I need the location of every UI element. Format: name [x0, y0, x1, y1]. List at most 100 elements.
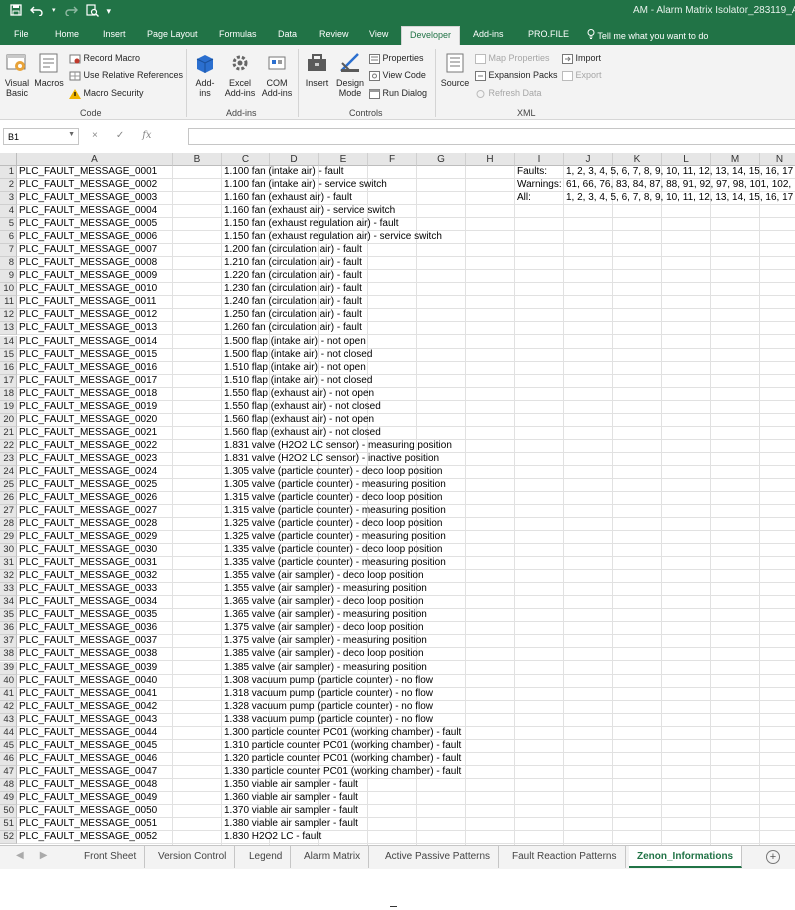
import-button[interactable]: Import	[562, 53, 601, 64]
name-box[interactable]: B1 ▼	[3, 128, 79, 145]
cell-a[interactable]: PLC_FAULT_MESSAGE_0001	[17, 166, 157, 179]
cell-a[interactable]: PLC_FAULT_MESSAGE_0012	[17, 309, 157, 322]
cell-a[interactable]: PLC_FAULT_MESSAGE_0044	[17, 727, 157, 740]
cell-c[interactable]: 1.160 fan (exhaust air) - fault	[222, 192, 352, 205]
cell-c[interactable]: 1.831 valve (H2O2 LC sensor) - inactive …	[222, 453, 439, 466]
row-header[interactable]: 14	[0, 335, 17, 349]
insert-control-button[interactable]: Insert	[302, 51, 332, 88]
row-header[interactable]: 26	[0, 492, 17, 505]
cell-a[interactable]: PLC_FAULT_MESSAGE_0034	[17, 596, 157, 609]
cell-a[interactable]: PLC_FAULT_MESSAGE_0029	[17, 531, 157, 544]
info-value[interactable]: 1, 2, 3, 4, 5, 6, 7, 8, 9, 10, 11, 12, 1…	[564, 166, 795, 179]
row-header[interactable]: 38	[0, 648, 17, 662]
row-header[interactable]: 47	[0, 765, 17, 779]
tell-me-box[interactable]: Tell me what you want to do	[587, 29, 708, 41]
row-header[interactable]: 1	[0, 166, 17, 179]
cell-a[interactable]: PLC_FAULT_MESSAGE_0027	[17, 505, 157, 518]
cell-c[interactable]: 1.380 viable air sampler - fault	[222, 818, 358, 831]
xml-source-button[interactable]: Source	[440, 51, 470, 88]
cell-a[interactable]: PLC_FAULT_MESSAGE_0040	[17, 675, 157, 688]
customize-qat-icon[interactable]: ▾	[107, 4, 112, 20]
print-preview-icon[interactable]	[85, 4, 99, 20]
cell-c[interactable]: 1.500 flap (intake air) - not closed	[222, 349, 372, 362]
column-header-e[interactable]: E	[319, 153, 368, 166]
tab-review[interactable]: Review	[319, 29, 349, 39]
row-header[interactable]: 36	[0, 622, 17, 636]
row-header[interactable]: 43	[0, 713, 17, 727]
cell-c[interactable]: 1.315 valve (particle counter) - measuri…	[222, 505, 446, 518]
tab-home[interactable]: Home	[55, 29, 79, 39]
row-header[interactable]: 37	[0, 635, 17, 649]
visual-basic-button[interactable]: Visual Basic	[4, 51, 30, 98]
row-header[interactable]: 19	[0, 400, 17, 414]
tab-developer[interactable]: Developer	[401, 26, 461, 45]
row-header[interactable]: 33	[0, 583, 17, 597]
cell-c[interactable]: 1.510 flap (intake air) - not open	[222, 362, 366, 375]
row-header[interactable]: 3	[0, 192, 17, 206]
row-header[interactable]: 46	[0, 752, 17, 766]
com-add-ins-button[interactable]: COM Add-ins	[259, 51, 295, 98]
row-header[interactable]: 32	[0, 570, 17, 584]
view-code-button[interactable]: View Code	[369, 70, 426, 81]
row-header[interactable]: 31	[0, 557, 17, 571]
cell-c[interactable]: 1.375 valve (air sampler) - deco loop po…	[222, 622, 424, 635]
column-header-g[interactable]: G	[417, 153, 466, 166]
cell-c[interactable]: 1.100 fan (intake air) - fault	[222, 166, 344, 179]
worksheet-grid[interactable]: A B C D E F G H I J K L M N 1 PLC_FAULT_MESSAGE_0001 1.1…	[0, 153, 795, 845]
cell-a[interactable]: PLC_FAULT_MESSAGE_0011	[17, 296, 156, 309]
undo-dropdown-icon[interactable]: ▾	[52, 4, 56, 20]
info-label[interactable]: Faults:	[515, 166, 547, 179]
row-header[interactable]: 40	[0, 674, 17, 688]
cell-c[interactable]: 1.550 flap (exhaust air) - not open	[222, 388, 374, 401]
sheet-tab-zenon-informations[interactable]: Zenon_Informations	[629, 846, 743, 868]
cell-a[interactable]: PLC_FAULT_MESSAGE_0032	[17, 570, 157, 583]
column-header-h[interactable]: H	[466, 153, 515, 166]
info-label[interactable]: Warnings:	[515, 179, 562, 192]
cell-c[interactable]: 1.550 flap (exhaust air) - not closed	[222, 401, 381, 414]
cell-a[interactable]: PLC_FAULT_MESSAGE_0014	[17, 336, 157, 349]
cell-a[interactable]: PLC_FAULT_MESSAGE_0037	[17, 635, 157, 648]
row-header[interactable]: 9	[0, 270, 17, 284]
record-macro-button[interactable]: Record Macro	[69, 53, 140, 64]
column-header-n[interactable]: N	[760, 153, 795, 166]
cell-a[interactable]: PLC_FAULT_MESSAGE_0048	[17, 779, 157, 792]
cell-c[interactable]: 1.830 H2O2 LC - fault	[222, 831, 321, 844]
row-header[interactable]: 6	[0, 231, 17, 245]
cell-a[interactable]: PLC_FAULT_MESSAGE_0035	[17, 609, 157, 622]
cell-c[interactable]: 1.160 fan (exhaust air) - service switch	[222, 205, 395, 218]
cell-a[interactable]: PLC_FAULT_MESSAGE_0005	[17, 218, 157, 231]
row-header[interactable]: 27	[0, 505, 17, 519]
excel-add-ins-button[interactable]: Excel Add-ins	[222, 51, 258, 98]
cell-a[interactable]: PLC_FAULT_MESSAGE_0013	[17, 322, 157, 335]
sheet-tab-fault-reaction-patterns[interactable]: Fault Reaction Patterns	[504, 846, 626, 868]
enter-icon[interactable]: ✓	[116, 130, 124, 141]
info-value[interactable]: 1, 2, 3, 4, 5, 6, 7, 8, 9, 10, 11, 12, 1…	[564, 192, 795, 205]
cell-a[interactable]: PLC_FAULT_MESSAGE_0033	[17, 583, 157, 596]
cell-c[interactable]: 1.831 valve (H2O2 LC sensor) - measuring…	[222, 440, 452, 453]
relative-references-button[interactable]: Use Relative References	[69, 70, 183, 81]
run-dialog-button[interactable]: Run Dialog	[369, 88, 427, 99]
cell-c[interactable]: 1.385 valve (air sampler) - deco loop po…	[222, 648, 424, 661]
row-header[interactable]: 34	[0, 596, 17, 610]
cell-a[interactable]: PLC_FAULT_MESSAGE_0006	[17, 231, 157, 244]
row-header[interactable]: 35	[0, 609, 17, 623]
cell-c[interactable]: 1.330 particle counter PC01 (working cha…	[222, 766, 461, 779]
cell-c[interactable]: 1.365 valve (air sampler) - measuring po…	[222, 609, 427, 622]
row-header[interactable]: 8	[0, 257, 17, 271]
cell-c[interactable]: 1.328 vacuum pump (particle counter) - n…	[222, 701, 433, 714]
cell-a[interactable]: PLC_FAULT_MESSAGE_0015	[17, 349, 157, 362]
row-header[interactable]: 11	[0, 296, 17, 310]
cell-c[interactable]: 1.250 fan (circulation air) - fault	[222, 309, 362, 322]
cell-c[interactable]: 1.240 fan (circulation air) - fault	[222, 296, 362, 309]
column-header-j[interactable]: J	[564, 153, 613, 166]
sheet-tab-legend[interactable]: Legend	[241, 846, 292, 868]
column-header-b[interactable]: B	[173, 153, 222, 166]
cell-c[interactable]: 1.150 fan (exhaust regulation air) - ser…	[222, 231, 442, 244]
cell-a[interactable]: PLC_FAULT_MESSAGE_0042	[17, 701, 157, 714]
cell-a[interactable]: PLC_FAULT_MESSAGE_0030	[17, 544, 157, 557]
cell-a[interactable]: PLC_FAULT_MESSAGE_0021	[17, 427, 157, 440]
cell-a[interactable]: PLC_FAULT_MESSAGE_0051	[17, 818, 157, 831]
sheet-tab-active-passive-patterns[interactable]: Active Passive Patterns	[377, 846, 500, 868]
cell-c[interactable]: 1.350 viable air sampler - fault	[222, 779, 358, 792]
cell-a[interactable]: PLC_FAULT_MESSAGE_0023	[17, 453, 157, 466]
